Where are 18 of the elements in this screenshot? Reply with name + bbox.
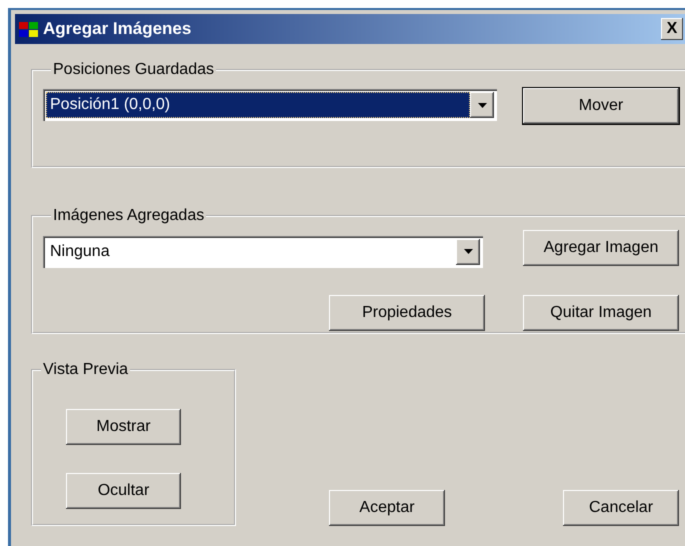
- window-title: Agregar Imágenes: [43, 19, 192, 39]
- group-label: Posiciones Guardadas: [52, 61, 215, 79]
- dropdown-field[interactable]: Posición1 (0,0,0): [43, 89, 497, 121]
- dialog-button[interactable]: Mover: [523, 88, 679, 124]
- group-label: Vista Previa: [42, 361, 130, 379]
- group-label: Imágenes Agregadas: [52, 207, 206, 225]
- dialog-button[interactable]: Aceptar: [329, 490, 445, 526]
- dropdown-field[interactable]: Ninguna: [43, 236, 483, 268]
- dialog-button[interactable]: Agregar Imagen: [523, 230, 679, 266]
- dialog-button[interactable]: Mostrar: [66, 409, 181, 445]
- app-icon: [19, 20, 39, 38]
- dropdown-value: Ninguna: [49, 242, 111, 262]
- dialog-button[interactable]: Ocultar: [66, 473, 181, 509]
- dialog-button[interactable]: Quitar Imagen: [523, 294, 679, 330]
- dialog-button[interactable]: Propiedades: [329, 294, 485, 330]
- dropdown-value: Posición1 (0,0,0): [46, 92, 470, 118]
- close-button[interactable]: X: [661, 18, 683, 40]
- dialog-button[interactable]: Cancelar: [563, 490, 679, 526]
